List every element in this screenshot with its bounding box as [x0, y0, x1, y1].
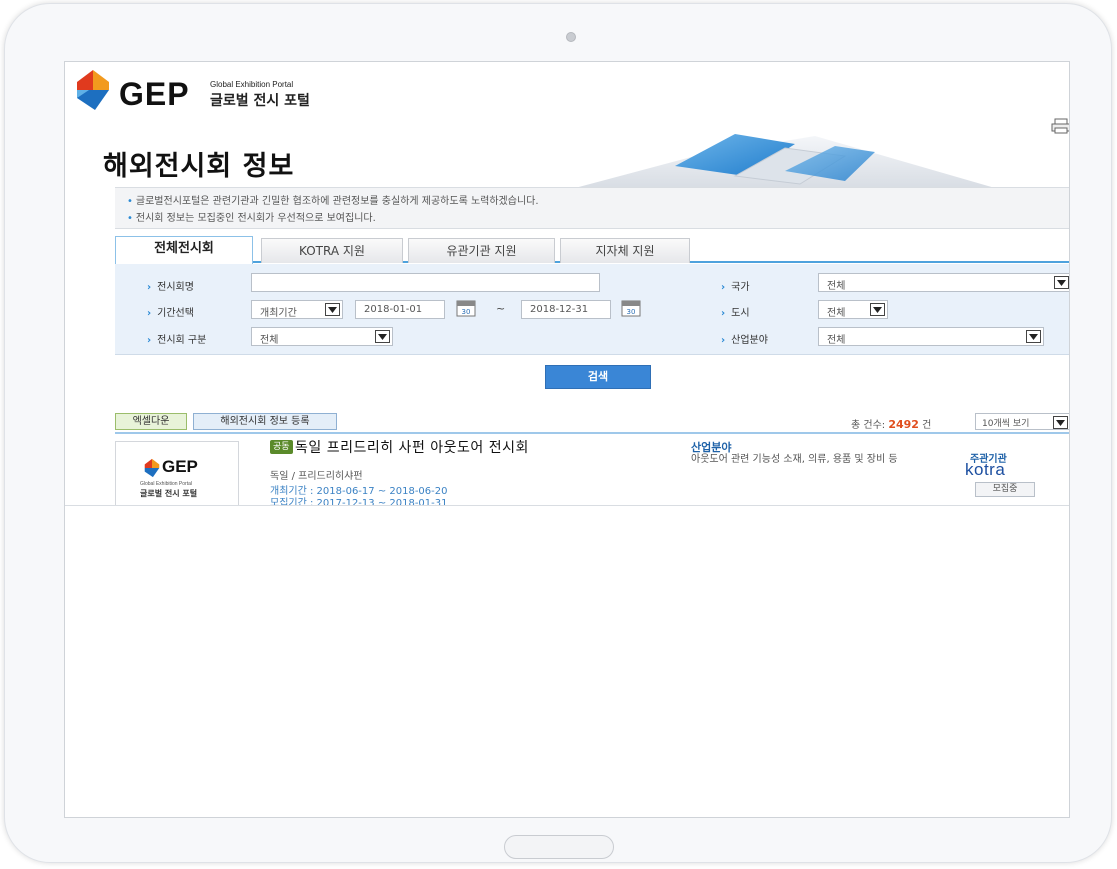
banner-illustration [575, 134, 995, 188]
chevron-down-icon [870, 303, 885, 316]
tab-kotra[interactable]: KOTRA 지원 [261, 238, 403, 263]
notice-line: • 글로벌전시포털은 관련기관과 긴밀한 협조하에 관련정보를 충실하게 제공하도… [127, 196, 539, 207]
register-exhibition-button[interactable]: 해외전시회 정보 등록 [193, 413, 337, 430]
exhibition-name-label: 전시회명 [147, 278, 194, 293]
print-icon[interactable] [1051, 118, 1070, 134]
gep-logo-icon [144, 458, 160, 478]
exhibition-location: 독일 / 프리드리히샤펀 [270, 471, 363, 482]
date-from-input[interactable]: 2018-01-01 [355, 300, 445, 319]
period-type-select[interactable]: 개최기간 [251, 300, 343, 319]
calendar-icon[interactable]: 30 [456, 299, 476, 317]
tab-local-government[interactable]: 지자체 지원 [560, 238, 690, 263]
blank-page-area [65, 505, 1069, 817]
exhibition-title-link[interactable]: 독일 프리드리히 사펀 아웃도어 전시회 [295, 437, 529, 457]
total-count: 총 건수: 2492 건 [851, 418, 932, 431]
period-label: 기간선택 [147, 304, 194, 319]
home-button[interactable] [504, 835, 614, 859]
chevron-down-icon [1054, 276, 1069, 289]
joint-badge: 공동 [270, 440, 293, 454]
excel-download-button[interactable]: 엑셀다운 [115, 413, 187, 430]
country-label: 국가 [721, 278, 749, 293]
chevron-down-icon [1053, 416, 1068, 429]
city-select[interactable]: 전체 [818, 300, 888, 319]
chevron-down-icon [375, 330, 390, 343]
notice-line: • 전시회 정보는 모집중인 전시회가 우선적으로 보여집니다. [127, 213, 376, 224]
status-badge: 모집중 [975, 482, 1035, 497]
svg-text:30: 30 [627, 308, 636, 316]
search-button[interactable]: 검색 [545, 365, 651, 389]
tab-all[interactable]: 전체전시회 [115, 236, 253, 264]
thumbnail-logo-subtitle-ko: 글로벌 전시 포털 [140, 489, 198, 498]
page-title: 해외전시회 정보 [103, 151, 295, 182]
kotra-logo: kotra [965, 460, 1006, 479]
camera-icon [566, 32, 576, 42]
country-select[interactable]: 전체 [818, 273, 1069, 292]
svg-text:30: 30 [462, 308, 471, 316]
search-panel: 전시회명 기간선택 개최기간 2018-01-01 30 ~ 2018-12-3… [115, 264, 1069, 355]
category-select[interactable]: 전체 [251, 327, 393, 346]
browser-screen: GEP Global Exhibition Portal 글로벌 전시 포털 해… [64, 61, 1070, 818]
calendar-icon[interactable]: 30 [621, 299, 641, 317]
exhibition-name-input[interactable] [251, 273, 600, 292]
exhibition-thumbnail[interactable]: GEP Global Exhibition Portal 글로벌 전시 포털 [115, 441, 239, 509]
notice-box: • 글로벌전시포털은 관련기관과 긴밀한 협조하에 관련정보를 충실하게 제공하도… [115, 187, 1069, 229]
date-separator: ~ [496, 302, 506, 315]
logo-subtitle-en: Global Exhibition Portal [210, 80, 294, 89]
industry-heading: 산업분야 [691, 441, 732, 454]
industry-text: 아웃도어 관련 기능성 소재, 의류, 용품 및 장비 등 [691, 454, 898, 465]
list-divider [115, 432, 1069, 434]
tab-bar: 전체전시회 KOTRA 지원 유관기관 지원 지자체 지원 [115, 236, 1069, 264]
industry-label: 산업분야 [721, 331, 768, 346]
chevron-down-icon [1026, 330, 1041, 343]
category-label: 전시회 구분 [147, 331, 206, 346]
tab-related-agency[interactable]: 유관기관 지원 [408, 238, 555, 263]
chevron-down-icon [325, 303, 340, 316]
logo-subtitle-ko: 글로벌 전시 포털 [210, 93, 310, 109]
gep-logo-icon[interactable] [75, 68, 111, 112]
industry-select[interactable]: 전체 [818, 327, 1044, 346]
thumbnail-logo-text: GEP [162, 457, 198, 476]
date-to-input[interactable]: 2018-12-31 [521, 300, 611, 319]
city-label: 도시 [721, 304, 749, 319]
thumbnail-logo-subtitle-en: Global Exhibition Portal [140, 481, 192, 487]
per-page-select[interactable]: 10개씩 보기 [975, 413, 1069, 430]
logo-text[interactable]: GEP [119, 76, 190, 113]
